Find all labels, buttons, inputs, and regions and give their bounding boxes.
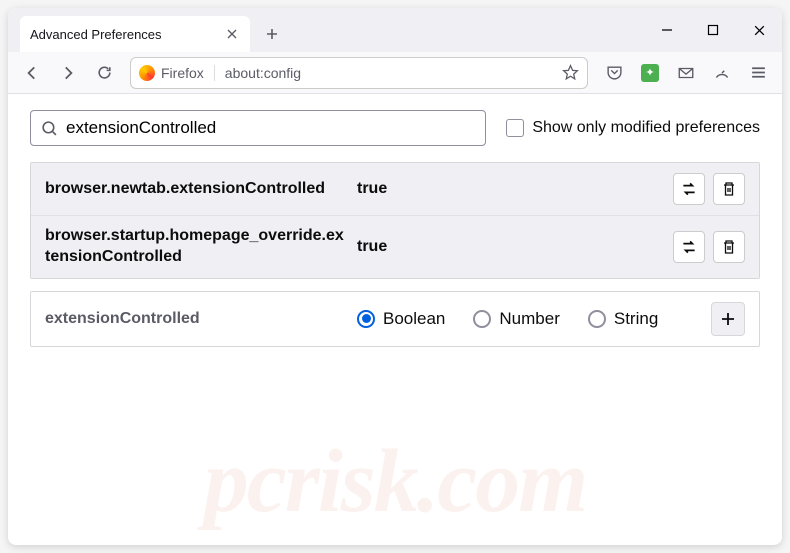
close-tab-button[interactable]: [224, 26, 240, 42]
delete-button[interactable]: [713, 231, 745, 263]
about-config-content: Show only modified preferences browser.n…: [8, 94, 782, 545]
forward-button[interactable]: [52, 57, 84, 89]
titlebar: Advanced Preferences: [8, 8, 782, 52]
window-controls: [644, 8, 782, 52]
radio-label: Number: [499, 309, 559, 329]
pref-actions: [673, 231, 745, 263]
radio-label: String: [614, 309, 658, 329]
tab-title: Advanced Preferences: [30, 27, 224, 42]
pref-row: browser.startup.homepage_override.extens…: [31, 215, 759, 278]
pref-value: true: [357, 238, 673, 256]
radio-label: Boolean: [383, 309, 445, 329]
inbox-button[interactable]: [670, 57, 702, 89]
identity-label: Firefox: [161, 65, 204, 81]
close-window-button[interactable]: [736, 8, 782, 52]
pref-name: browser.newtab.extensionControlled: [45, 179, 357, 200]
type-radio-group: Boolean Number String: [357, 309, 711, 329]
url-text: about:config: [215, 65, 562, 81]
toggle-button[interactable]: [673, 231, 705, 263]
pref-row: browser.newtab.extensionControlled true: [31, 163, 759, 215]
new-tab-button[interactable]: [256, 18, 288, 50]
bookmark-star-button[interactable]: [562, 64, 579, 81]
radio-icon: [588, 310, 606, 328]
address-bar[interactable]: Firefox about:config: [130, 57, 588, 89]
show-modified-checkbox[interactable]: Show only modified preferences: [506, 119, 760, 137]
delete-button[interactable]: [713, 173, 745, 205]
pref-name: browser.startup.homepage_override.extens…: [45, 226, 357, 268]
maximize-button[interactable]: [690, 8, 736, 52]
identity-box[interactable]: Firefox: [139, 65, 215, 81]
back-button[interactable]: [16, 57, 48, 89]
radio-icon: [473, 310, 491, 328]
extension-icon: ✦: [641, 64, 659, 82]
add-pref-row: extensionControlled Boolean Number Strin…: [30, 291, 760, 347]
radio-boolean[interactable]: Boolean: [357, 309, 445, 329]
new-pref-name: extensionControlled: [45, 310, 357, 328]
radio-number[interactable]: Number: [473, 309, 559, 329]
toggle-button[interactable]: [673, 173, 705, 205]
add-pref-button[interactable]: [711, 302, 745, 336]
firefox-icon: [139, 65, 155, 81]
checkbox-icon: [506, 119, 524, 137]
search-icon: [41, 120, 58, 137]
pocket-button[interactable]: [598, 57, 630, 89]
dashboard-button[interactable]: [706, 57, 738, 89]
preferences-table: browser.newtab.extensionControlled true …: [30, 162, 760, 279]
pref-actions: [673, 173, 745, 205]
reload-button[interactable]: [88, 57, 120, 89]
pref-value: true: [357, 180, 673, 198]
search-row: Show only modified preferences: [30, 110, 760, 146]
minimize-button[interactable]: [644, 8, 690, 52]
radio-string[interactable]: String: [588, 309, 658, 329]
menu-button[interactable]: [742, 57, 774, 89]
checkbox-label: Show only modified preferences: [532, 119, 760, 137]
radio-icon: [357, 310, 375, 328]
browser-tab[interactable]: Advanced Preferences: [20, 16, 250, 52]
extension-button[interactable]: ✦: [634, 57, 666, 89]
search-input[interactable]: [66, 118, 475, 138]
navigation-toolbar: Firefox about:config ✦: [8, 52, 782, 94]
firefox-window: Advanced Preferences: [8, 8, 782, 545]
search-box[interactable]: [30, 110, 486, 146]
